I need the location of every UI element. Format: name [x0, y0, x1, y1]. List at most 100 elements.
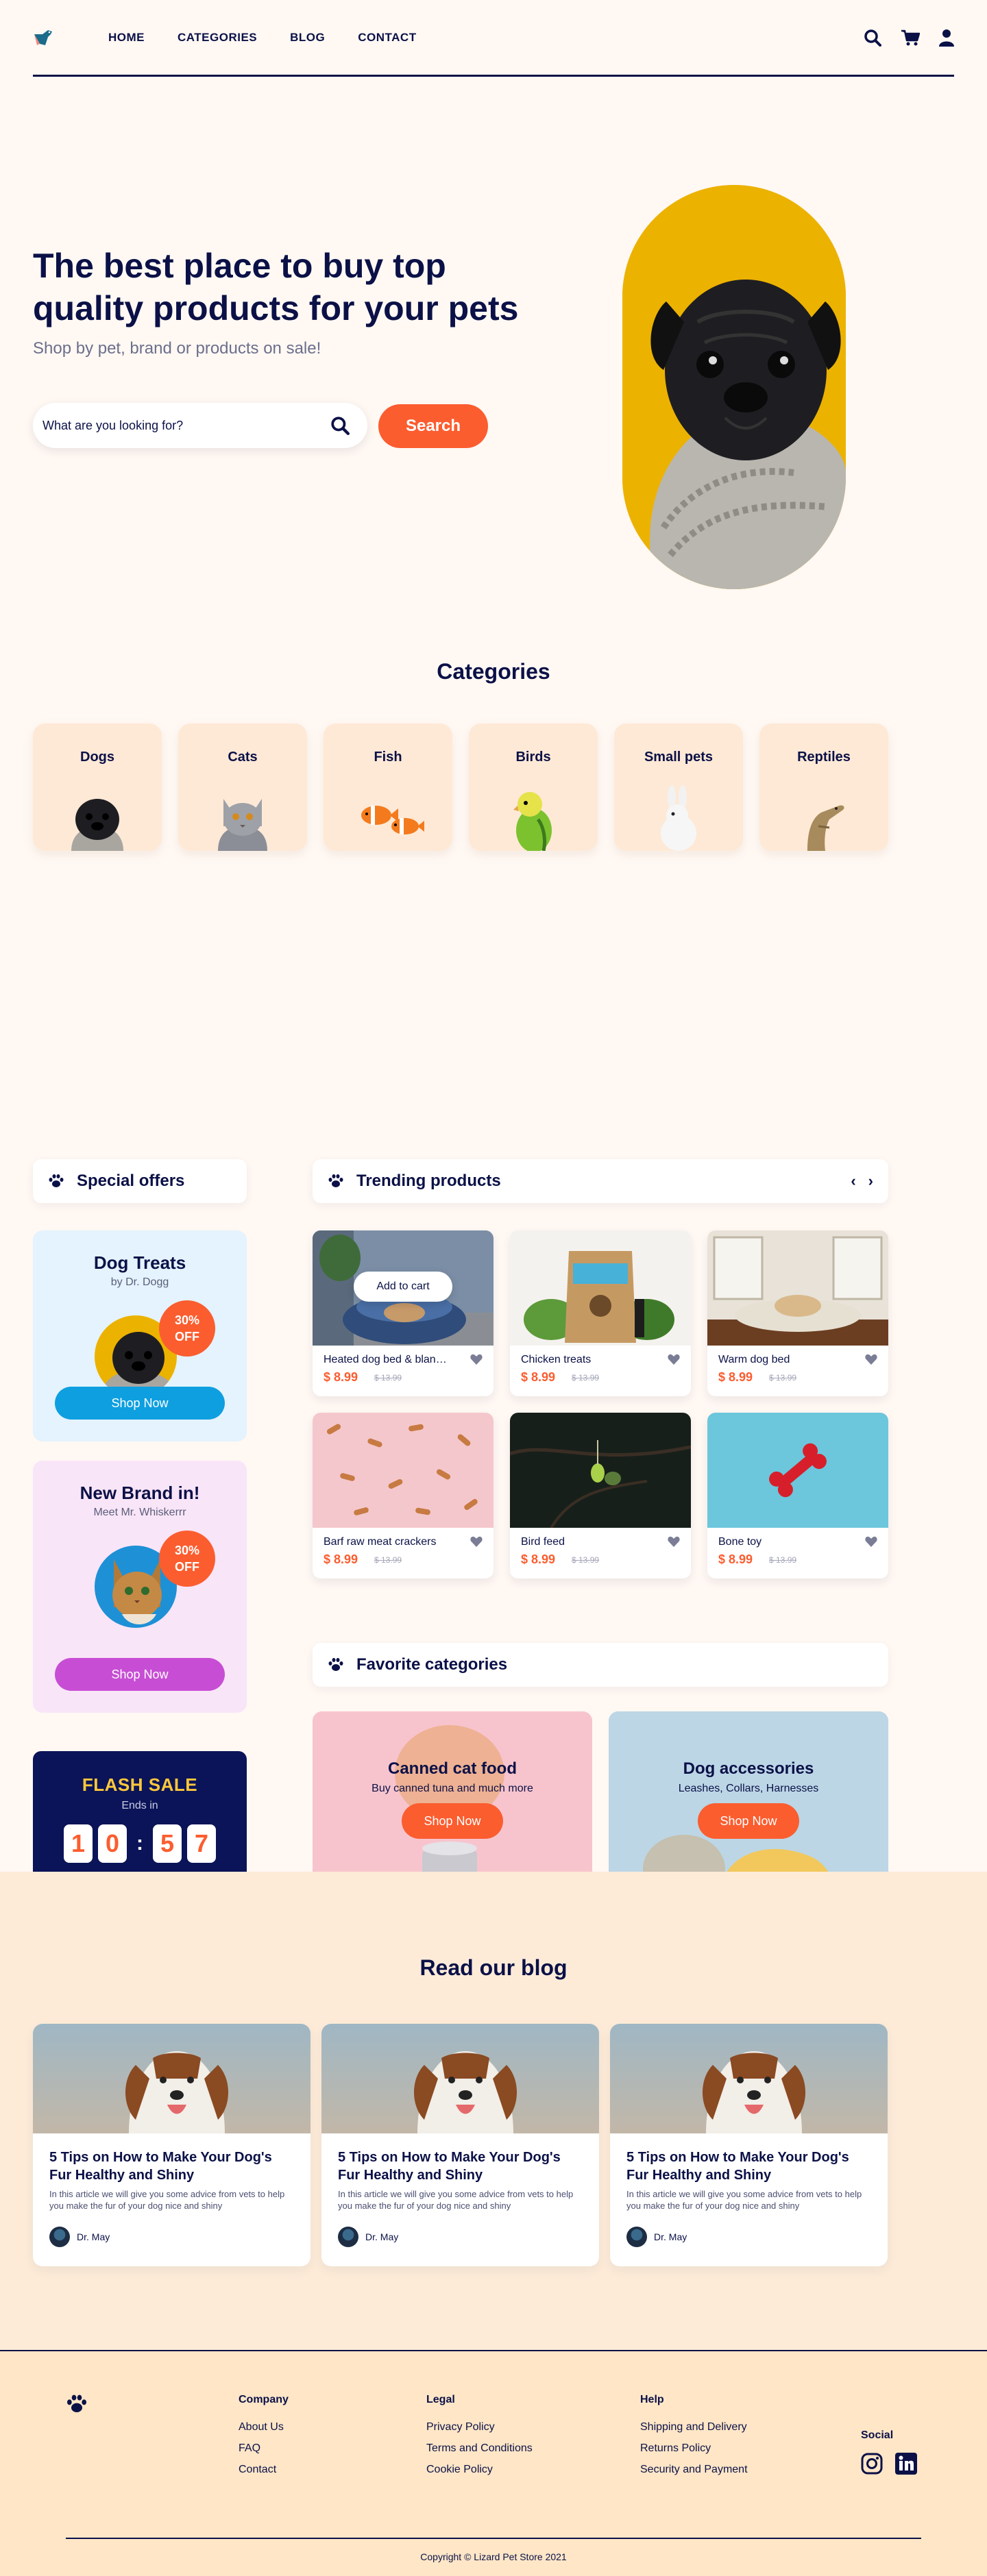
shop-now-button[interactable]: Shop Now: [55, 1658, 225, 1691]
special-offers-title: Special offers: [77, 1172, 185, 1190]
heart-icon[interactable]: [470, 1354, 483, 1365]
product-old-price: $ 13.99: [374, 1555, 402, 1565]
product-image-meat-crackers: [313, 1413, 494, 1528]
timer-digit: 0: [98, 1824, 127, 1863]
favorite-card-dog-accessories[interactable]: Dog accessories Leashes, Collars, Harnes…: [609, 1711, 888, 1895]
footer-link-contact[interactable]: Contact: [239, 2464, 289, 2476]
footer-link-shipping[interactable]: Shipping and Delivery: [640, 2421, 748, 2433]
blog-post-card[interactable]: 5 Tips on How to Make Your Dog's Fur Hea…: [33, 2024, 310, 2266]
discount-badge: 30% OFF: [159, 1300, 215, 1357]
category-dogs[interactable]: Dogs: [33, 723, 162, 851]
heart-icon[interactable]: [865, 1354, 877, 1365]
special-offers-header: Special offers: [33, 1159, 247, 1203]
category-cats[interactable]: Cats: [178, 723, 307, 851]
shop-now-button[interactable]: Shop Now: [402, 1803, 503, 1839]
footer-link-returns[interactable]: Returns Policy: [640, 2442, 748, 2455]
product-card[interactable]: Add to cart Heated dog bed & blanket $ 8…: [313, 1230, 494, 1396]
search-icon[interactable]: [330, 416, 350, 435]
offer-subtitle: by Dr. Dogg: [110, 1276, 169, 1288]
trending-product-grid: Add to cart Heated dog bed & blanket $ 8…: [313, 1230, 888, 1578]
favorite-card-title: Canned cat food: [387, 1759, 517, 1778]
category-small-pets[interactable]: Small pets: [614, 723, 743, 851]
product-card[interactable]: Barf raw meat crackers $ 8.99 $ 13.99: [313, 1413, 494, 1578]
product-price: $ 8.99: [718, 1370, 753, 1384]
product-card[interactable]: Warm dog bed $ 8.99 $ 13.99: [707, 1230, 888, 1396]
bird-logo-icon[interactable]: [33, 27, 53, 48]
offer-title: New Brand in!: [80, 1483, 200, 1503]
product-price: $ 8.99: [521, 1552, 556, 1566]
trending-title: Trending products: [356, 1172, 501, 1190]
offer-card-new-brand: New Brand in! Meet Mr. Whiskerrr 30% OFF …: [33, 1461, 247, 1713]
blog-post-card[interactable]: 5 Tips on How to Make Your Dog's Fur Hea…: [610, 2024, 888, 2266]
heart-icon[interactable]: [470, 1536, 483, 1547]
product-image-bird-feed: [510, 1413, 691, 1528]
product-image-warm-dog-bed: [707, 1230, 888, 1346]
nav-categories[interactable]: CATEGORIES: [178, 31, 257, 45]
product-old-price: $ 13.99: [769, 1555, 797, 1565]
cart-icon[interactable]: [901, 29, 920, 47]
countdown-timer: 1 0 : 5 7: [33, 1824, 247, 1863]
product-image-dog-bed: Add to cart: [313, 1230, 494, 1346]
avatar: [338, 2227, 358, 2247]
search-icon[interactable]: [864, 29, 881, 47]
category-label: Birds: [515, 750, 551, 765]
heart-icon[interactable]: [668, 1354, 680, 1365]
chevron-right-icon[interactable]: ›: [868, 1172, 873, 1190]
timer-digit: 5: [153, 1824, 182, 1863]
author-name: Dr. May: [654, 2231, 687, 2242]
chevron-left-icon[interactable]: ‹: [851, 1172, 855, 1190]
favorite-card-title: Dog accessories: [683, 1759, 814, 1778]
product-card[interactable]: Chicken treats $ 8.99 $ 13.99: [510, 1230, 691, 1396]
blog-dog-image: [33, 2024, 310, 2133]
hero-pug-image: [622, 185, 846, 589]
blog-post-card[interactable]: 5 Tips on How to Make Your Dog's Fur Hea…: [321, 2024, 599, 2266]
nav-contact[interactable]: CONTACT: [358, 31, 416, 45]
footer-link-cookies[interactable]: Cookie Policy: [426, 2464, 533, 2476]
heart-icon[interactable]: [865, 1536, 877, 1547]
instagram-icon[interactable]: [861, 2453, 883, 2475]
blog-post-list: 5 Tips on How to Make Your Dog's Fur Hea…: [33, 2024, 888, 2266]
blog-post-excerpt: In this article we will give you some ad…: [626, 2189, 862, 2211]
rabbit-icon: [661, 785, 696, 851]
paw-logo-icon[interactable]: [66, 2394, 88, 2414]
category-birds[interactable]: Birds: [469, 723, 598, 851]
blog-post-title: 5 Tips on How to Make Your Dog's Fur Hea…: [338, 2150, 561, 2183]
site-footer: Company About Us FAQ Contact Legal Priva…: [0, 2350, 987, 2576]
footer-link-privacy[interactable]: Privacy Policy: [426, 2421, 533, 2433]
product-card[interactable]: Bone toy $ 8.99 $ 13.99: [707, 1413, 888, 1578]
category-fish[interactable]: Fish: [324, 723, 452, 851]
search-button[interactable]: Search: [378, 404, 488, 448]
nav-home[interactable]: HOME: [108, 31, 145, 45]
footer-help: Help Shipping and Delivery Returns Polic…: [640, 2394, 748, 2485]
paw-icon: [328, 1658, 343, 1671]
offer-subtitle: Meet Mr. Whiskerrr: [93, 1507, 186, 1518]
linkedin-icon[interactable]: [895, 2453, 917, 2475]
footer-link-about[interactable]: About Us: [239, 2421, 289, 2433]
product-card[interactable]: Bird feed $ 8.99 $ 13.99: [510, 1413, 691, 1578]
product-name: Bone toy: [718, 1536, 762, 1548]
social-icons: [861, 2453, 917, 2475]
cat-icon: [218, 799, 267, 851]
category-reptiles[interactable]: Reptiles: [759, 723, 888, 851]
category-label: Dogs: [80, 750, 114, 765]
categories-section: Categories Dogs Cats Fish Birds Small pe…: [33, 597, 954, 1159]
search-input[interactable]: [42, 418, 330, 433]
category-label: Small pets: [644, 750, 714, 765]
user-icon[interactable]: [939, 29, 954, 47]
footer-link-security[interactable]: Security and Payment: [640, 2464, 748, 2476]
add-to-cart-button[interactable]: Add to cart: [354, 1272, 452, 1302]
blog-section: Read our blog 5 Tips on How to Make Your…: [0, 1872, 987, 2350]
shop-now-button[interactable]: Shop Now: [698, 1803, 799, 1839]
shop-section: Special offers Trending products ‹ › Dog…: [33, 1159, 954, 1895]
favorite-card-cat-food[interactable]: Canned cat food Buy canned tuna and much…: [313, 1711, 592, 1895]
blog-post-excerpt: In this article we will give you some ad…: [49, 2189, 285, 2211]
product-name: Bird feed: [521, 1536, 565, 1548]
flash-sale-title: FLASH SALE: [82, 1774, 198, 1795]
heart-icon[interactable]: [668, 1536, 680, 1547]
nav-blog[interactable]: BLOG: [290, 31, 325, 45]
footer-legal: Legal Privacy Policy Terms and Condition…: [426, 2394, 533, 2485]
shop-now-button[interactable]: Shop Now: [55, 1387, 225, 1420]
footer-link-terms[interactable]: Terms and Conditions: [426, 2442, 533, 2455]
footer-link-faq[interactable]: FAQ: [239, 2442, 289, 2455]
copyright-text: Copyright © Lizard Pet Store 2021: [420, 2551, 567, 2562]
